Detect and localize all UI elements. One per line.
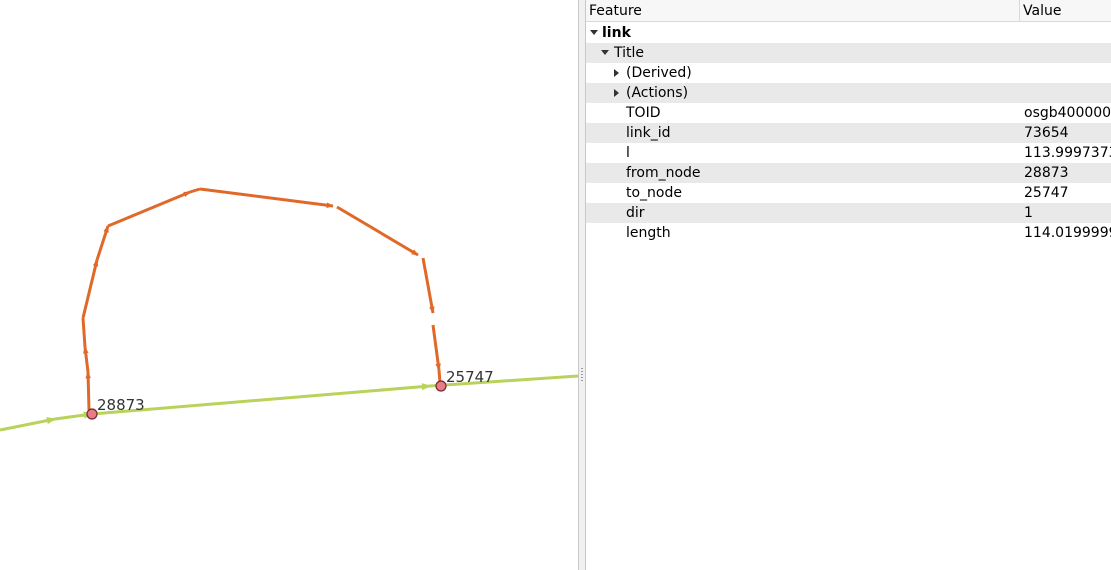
tree-row-actions[interactable]: (Actions): [586, 83, 1111, 103]
attribute-row[interactable]: dir 1: [586, 203, 1111, 223]
attribute-row[interactable]: l 113.9997373: [586, 143, 1111, 163]
panel-splitter[interactable]: [578, 0, 586, 570]
map-canvas[interactable]: 28873 25747: [0, 0, 578, 570]
attribute-name: length: [626, 225, 671, 241]
header-value[interactable]: Value: [1020, 0, 1111, 21]
attribute-name: link_id: [626, 125, 671, 141]
feature-inspector-panel: Feature Value link Title (Derived) (Acti…: [586, 0, 1111, 570]
attribute-row[interactable]: TOID osgb400000: [586, 103, 1111, 123]
attribute-value: 114.0199999: [1024, 225, 1111, 241]
attribute-name: from_node: [626, 165, 701, 181]
attribute-value: 28873: [1024, 165, 1069, 181]
tree-label-derived: (Derived): [626, 65, 692, 81]
chevron-right-icon[interactable]: [612, 83, 622, 103]
attribute-row[interactable]: length 114.0199999: [586, 223, 1111, 243]
splitter-grip: [581, 368, 583, 382]
tree-row-title[interactable]: Title: [586, 43, 1111, 63]
attribute-name: l: [626, 145, 630, 161]
tree-label-link: link: [602, 25, 631, 41]
attribute-name: TOID: [626, 105, 661, 121]
attribute-value: 25747: [1024, 185, 1069, 201]
chevron-down-icon[interactable]: [600, 43, 610, 63]
node-28873-marker[interactable]: [86, 408, 98, 420]
attribute-value: 73654: [1024, 125, 1069, 141]
tree-row-derived[interactable]: (Derived): [586, 63, 1111, 83]
attribute-row[interactable]: to_node 25747: [586, 183, 1111, 203]
tree-label-actions: (Actions): [626, 85, 689, 101]
attribute-row[interactable]: link_id 73654: [586, 123, 1111, 143]
attribute-name: to_node: [626, 185, 682, 201]
column-header: Feature Value: [586, 0, 1111, 22]
attribute-value: osgb400000: [1024, 105, 1111, 121]
attribute-value: 113.9997373: [1024, 145, 1111, 161]
chevron-down-icon[interactable]: [589, 23, 599, 43]
header-feature[interactable]: Feature: [586, 0, 1020, 21]
chevron-right-icon[interactable]: [612, 63, 622, 83]
node-label: 25747: [446, 368, 494, 386]
link-selected[interactable]: [81, 187, 442, 411]
attribute-name: dir: [626, 205, 645, 221]
node-25747-marker[interactable]: [435, 380, 447, 392]
tree-row-link[interactable]: link: [586, 23, 1111, 43]
node-label: 28873: [97, 396, 145, 414]
feature-tree: link Title (Derived) (Actions) TOID osgb…: [586, 23, 1111, 243]
attribute-row[interactable]: from_node 28873: [586, 163, 1111, 183]
tree-label-title: Title: [614, 45, 645, 61]
attribute-value: 1: [1024, 205, 1033, 221]
map-layer[interactable]: [0, 0, 578, 570]
